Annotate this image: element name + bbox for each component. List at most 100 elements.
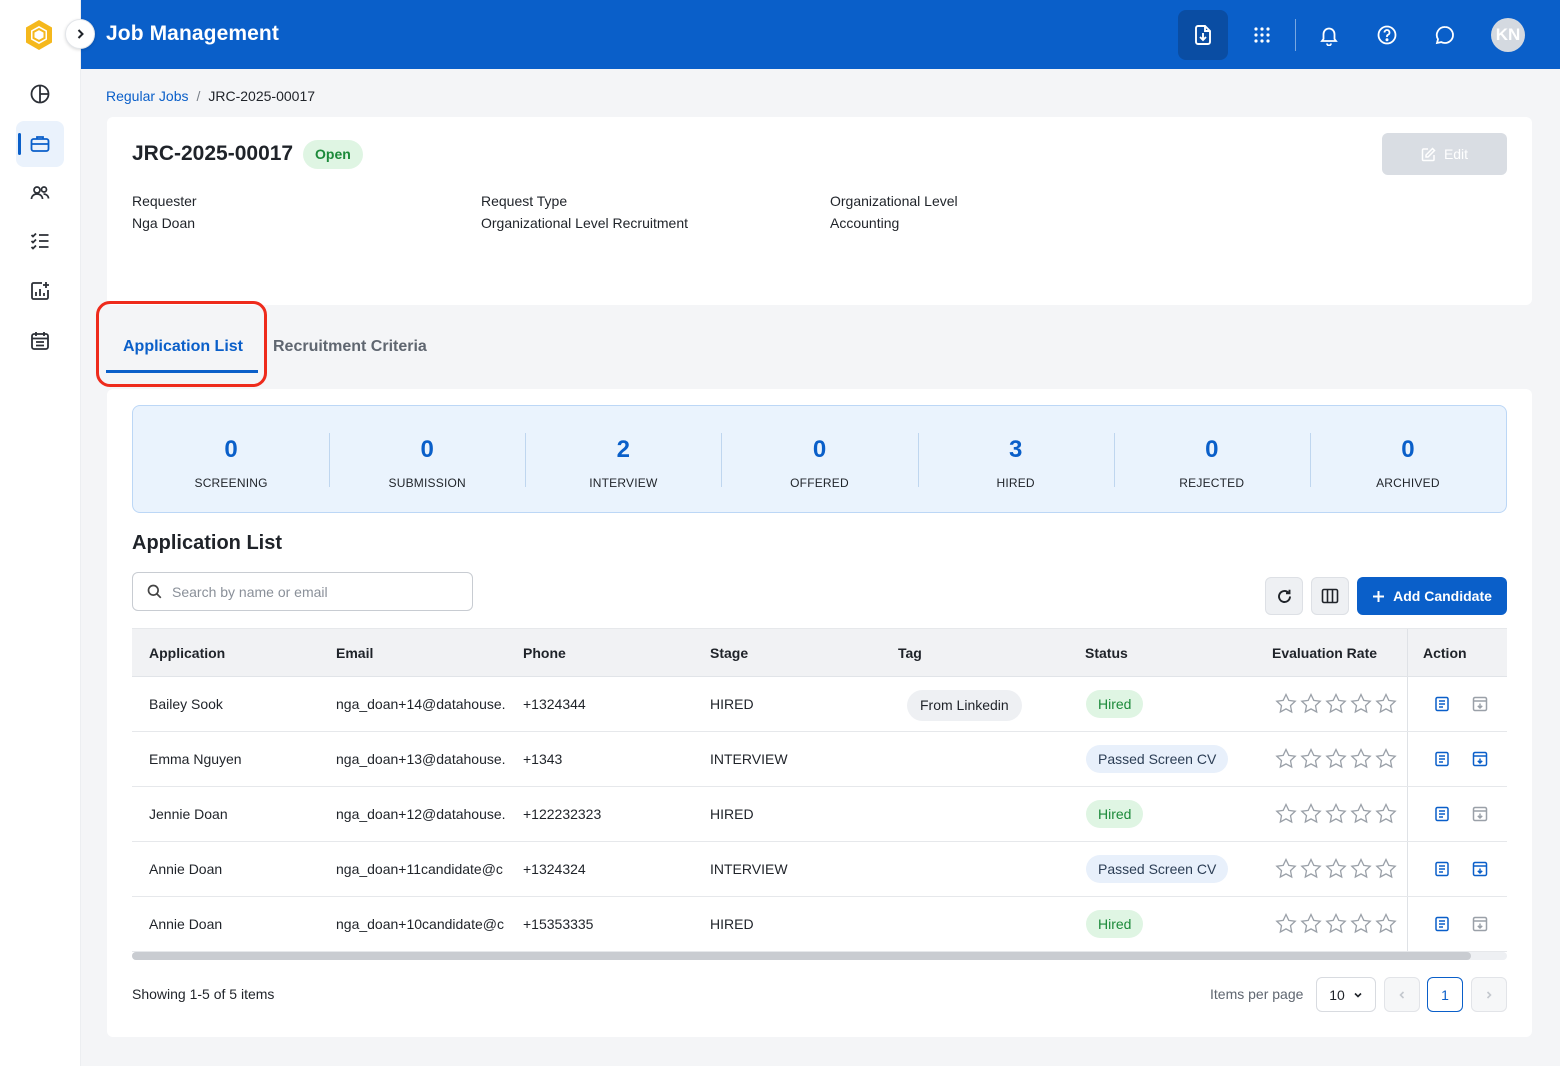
star-icon[interactable]	[1350, 802, 1372, 829]
sidebar-item-jobs[interactable]	[16, 121, 64, 167]
evaluation-rating[interactable]	[1275, 692, 1397, 719]
cell-application[interactable]: Jennie Doan	[149, 787, 228, 841]
apps-menu-button[interactable]	[1237, 10, 1287, 60]
star-icon[interactable]	[1325, 692, 1347, 719]
star-icon[interactable]	[1375, 912, 1397, 939]
stat-interview[interactable]: 2 INTERVIEW	[525, 406, 721, 512]
scrollbar-thumb[interactable]	[132, 952, 1471, 960]
view-details-icon[interactable]	[1432, 859, 1452, 879]
section-title: Application List	[132, 532, 282, 554]
sidebar-item-tasks[interactable]	[16, 218, 64, 264]
table-row[interactable]: Annie Doan nga_doan+10candidate@c +1535333…	[132, 897, 1507, 952]
column-header-phone[interactable]: Phone	[523, 629, 566, 677]
evaluation-rating[interactable]	[1275, 802, 1397, 829]
stat-archived[interactable]: 0 ARCHIVED	[1309, 406, 1506, 512]
notifications-button[interactable]	[1304, 10, 1354, 60]
evaluation-rating[interactable]	[1275, 857, 1397, 884]
star-icon[interactable]	[1300, 802, 1322, 829]
star-icon[interactable]	[1375, 692, 1397, 719]
sidebar-item-candidates[interactable]	[16, 170, 64, 216]
cell-application[interactable]: Annie Doan	[149, 842, 222, 896]
star-icon[interactable]	[1375, 802, 1397, 829]
star-icon[interactable]	[1375, 747, 1397, 774]
star-icon[interactable]	[1275, 692, 1297, 719]
star-icon[interactable]	[1300, 692, 1322, 719]
star-icon[interactable]	[1300, 857, 1322, 884]
archive-icon[interactable]	[1470, 914, 1490, 934]
chevron-left-icon	[1399, 990, 1405, 999]
column-header-email[interactable]: Email	[336, 629, 373, 677]
sidebar-toggle-button[interactable]	[65, 19, 95, 49]
columns-button[interactable]	[1311, 577, 1349, 615]
stat-hired[interactable]: 3 HIRED	[917, 406, 1114, 512]
star-icon[interactable]	[1375, 857, 1397, 884]
cell-application[interactable]: Emma Nguyen	[149, 732, 242, 786]
previous-page-button[interactable]	[1384, 977, 1420, 1012]
star-icon[interactable]	[1325, 747, 1347, 774]
tab-recruitment-criteria[interactable]: Recruitment Criteria	[273, 338, 427, 356]
cell-application[interactable]: Bailey Sook	[149, 677, 223, 731]
refresh-button[interactable]	[1265, 577, 1303, 615]
horizontal-scrollbar[interactable]	[132, 952, 1507, 960]
view-details-icon[interactable]	[1432, 804, 1452, 824]
column-header-stage[interactable]: Stage	[710, 629, 748, 677]
edit-button[interactable]: Edit	[1382, 133, 1507, 175]
cell-application[interactable]: Annie Doan	[149, 897, 222, 951]
tag-chip: From Linkedin	[907, 690, 1022, 721]
column-header-tag[interactable]: Tag	[898, 629, 922, 677]
items-per-page-select[interactable]: 10	[1316, 977, 1376, 1012]
user-avatar[interactable]: KN	[1491, 18, 1525, 52]
view-details-icon[interactable]	[1432, 694, 1452, 714]
help-button[interactable]	[1362, 10, 1412, 60]
star-icon[interactable]	[1275, 912, 1297, 939]
column-header-application[interactable]: Application	[149, 629, 225, 677]
view-details-icon[interactable]	[1432, 749, 1452, 769]
star-icon[interactable]	[1350, 857, 1372, 884]
sidebar-item-calendar[interactable]	[16, 318, 64, 364]
star-icon[interactable]	[1275, 747, 1297, 774]
page-number-button[interactable]: 1	[1427, 977, 1463, 1012]
table-row[interactable]: Bailey Sook nga_doan+14@datahouse. +132434…	[132, 677, 1507, 732]
stat-offered[interactable]: 0 OFFERED	[721, 406, 917, 512]
table-row[interactable]: Jennie Doan nga_doan+12@datahouse. +122232…	[132, 787, 1507, 842]
stat-rejected[interactable]: 0 REJECTED	[1113, 406, 1310, 512]
next-page-button[interactable]	[1471, 977, 1507, 1012]
sidebar-item-reports[interactable]	[16, 268, 64, 314]
archive-icon[interactable]	[1470, 859, 1490, 879]
chat-button[interactable]	[1420, 10, 1470, 60]
star-icon[interactable]	[1275, 802, 1297, 829]
evaluation-rating[interactable]	[1275, 912, 1397, 939]
star-icon[interactable]	[1325, 802, 1347, 829]
search-input[interactable]	[172, 583, 452, 600]
table-row[interactable]: Annie Doan nga_doan+11candidate@c +1324324…	[132, 842, 1507, 897]
table-row[interactable]: Emma Nguyen nga_doan+13@datahouse. +1343 IN…	[132, 732, 1507, 787]
chat-bubble-icon	[1435, 26, 1454, 45]
evaluation-rating[interactable]	[1275, 747, 1397, 774]
archive-icon[interactable]	[1470, 804, 1490, 824]
breadcrumb-link-regular-jobs[interactable]: Regular Jobs	[106, 88, 189, 104]
star-icon[interactable]	[1350, 912, 1372, 939]
star-icon[interactable]	[1350, 692, 1372, 719]
stat-value: 3	[1008, 436, 1023, 463]
star-icon[interactable]	[1300, 912, 1322, 939]
archive-icon[interactable]	[1470, 694, 1490, 714]
archive-icon[interactable]	[1470, 749, 1490, 769]
organizational-level-field: Organizational Level Accounting	[830, 193, 958, 231]
stat-screening[interactable]: 0 SCREENING	[133, 406, 329, 512]
items-per-page-value: 10	[1329, 986, 1345, 1003]
star-icon[interactable]	[1350, 747, 1372, 774]
column-header-evaluation-rate[interactable]: Evaluation Rate	[1272, 629, 1377, 677]
view-details-icon[interactable]	[1432, 914, 1452, 934]
app-logo-icon[interactable]	[22, 18, 56, 52]
star-icon[interactable]	[1275, 857, 1297, 884]
star-icon[interactable]	[1325, 912, 1347, 939]
sidebar-item-dashboard[interactable]	[16, 71, 64, 117]
add-candidate-button[interactable]: Add Candidate	[1357, 577, 1507, 615]
job-summary-card: JRC-2025-00017 Open Edit Requester Nga D…	[107, 117, 1532, 305]
column-header-status[interactable]: Status	[1085, 629, 1128, 677]
star-icon[interactable]	[1300, 747, 1322, 774]
users-icon	[30, 186, 50, 200]
stat-submission[interactable]: 0 SUBMISSION	[329, 406, 525, 512]
star-icon[interactable]	[1325, 857, 1347, 884]
download-document-button[interactable]	[1178, 10, 1228, 60]
